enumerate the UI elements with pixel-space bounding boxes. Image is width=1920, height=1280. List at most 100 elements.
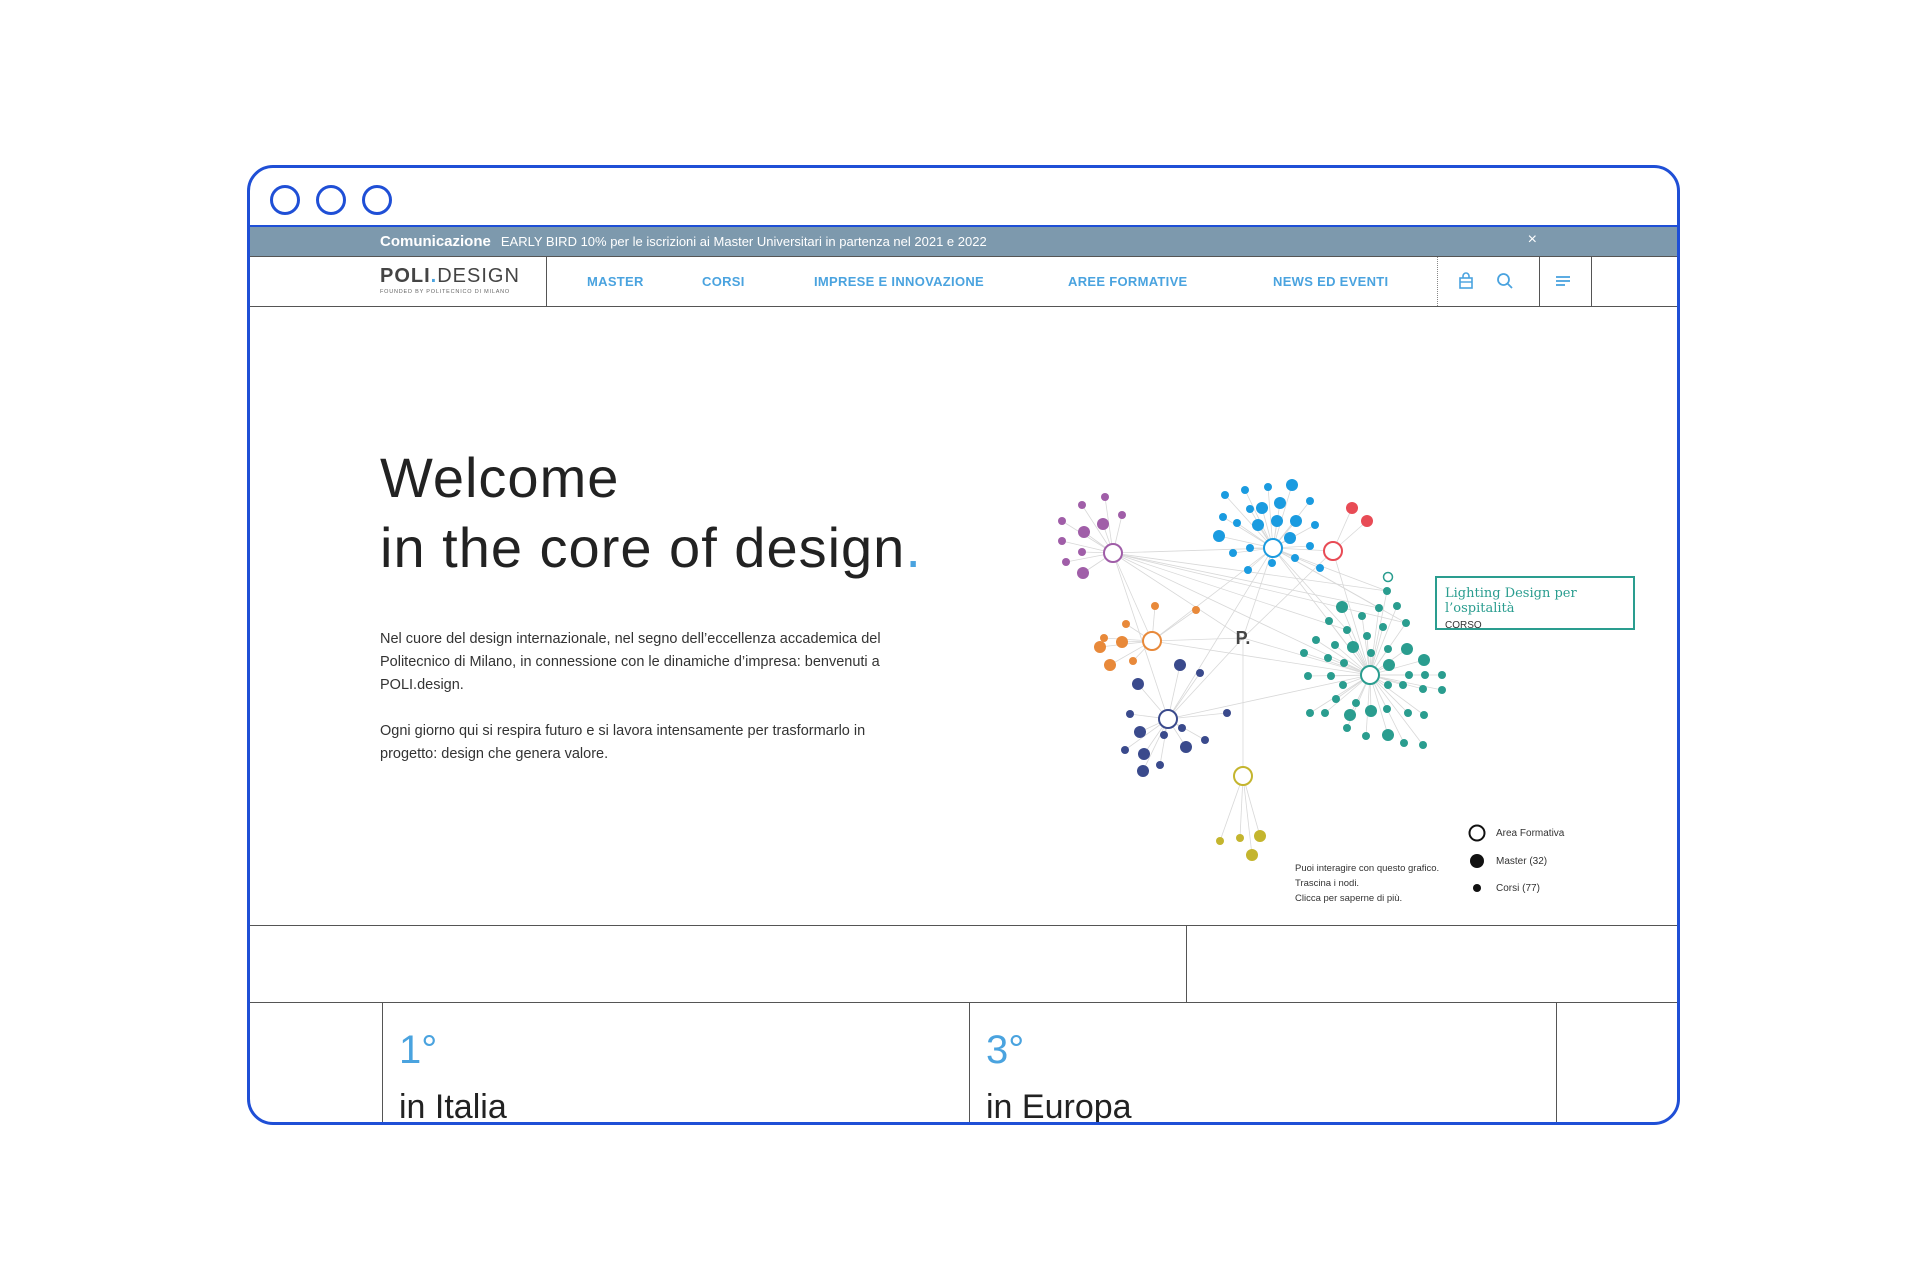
graph-node-selected[interactable] <box>1382 571 1394 583</box>
graph-node-corso[interactable] <box>1367 649 1375 657</box>
graph-node-corso[interactable] <box>1126 710 1134 718</box>
graph-node-corso[interactable] <box>1291 554 1299 562</box>
graph-node-master[interactable] <box>1284 532 1296 544</box>
graph-node-corso[interactable] <box>1325 617 1333 625</box>
graph-node-master[interactable] <box>1094 641 1106 653</box>
graph-node-master[interactable] <box>1271 515 1283 527</box>
graph-node-corso[interactable] <box>1078 548 1086 556</box>
graph-node-master[interactable] <box>1132 678 1144 690</box>
graph-node-corso[interactable] <box>1363 632 1371 640</box>
graph-node-corso[interactable] <box>1399 681 1407 689</box>
graph-node-master[interactable] <box>1361 515 1373 527</box>
graph-node-corso[interactable] <box>1393 602 1401 610</box>
graph-node-master[interactable] <box>1137 765 1149 777</box>
graph-node-corso[interactable] <box>1324 654 1332 662</box>
graph-node-corso[interactable] <box>1384 645 1392 653</box>
graph-node-master[interactable] <box>1116 636 1128 648</box>
graph-node-corso[interactable] <box>1404 709 1412 717</box>
close-icon[interactable]: × <box>1528 231 1537 249</box>
graph-node-corso[interactable] <box>1058 537 1066 545</box>
graph-node-corso[interactable] <box>1327 672 1335 680</box>
graph-node-corso[interactable] <box>1300 649 1308 657</box>
graph-node-corso[interactable] <box>1246 544 1254 552</box>
graph-node-corso[interactable] <box>1343 724 1351 732</box>
graph-node-corso[interactable] <box>1358 612 1366 620</box>
graph-node-corso[interactable] <box>1219 513 1227 521</box>
graph-node-corso[interactable] <box>1375 604 1383 612</box>
logo[interactable]: POLI.DESIGN FOUNDED BY POLITECNICO DI MI… <box>380 265 520 295</box>
graph-node-corso[interactable] <box>1241 486 1249 494</box>
graph-node-master[interactable] <box>1383 659 1395 671</box>
graph-node-corso[interactable] <box>1379 623 1387 631</box>
graph-node-corso[interactable] <box>1383 705 1391 713</box>
graph-node-master[interactable] <box>1078 526 1090 538</box>
graph-node-corso[interactable] <box>1223 709 1231 717</box>
nav-item-aree[interactable]: AREE FORMATIVE <box>1068 274 1188 289</box>
graph-hub-orange[interactable] <box>1142 631 1162 651</box>
graph-node-corso[interactable] <box>1078 501 1086 509</box>
window-control-1[interactable] <box>270 185 300 215</box>
graph-node-master[interactable] <box>1180 741 1192 753</box>
graph-node-corso[interactable] <box>1196 669 1204 677</box>
graph-node-corso[interactable] <box>1229 549 1237 557</box>
graph-node-corso[interactable] <box>1233 519 1241 527</box>
graph-node-corso[interactable] <box>1216 837 1224 845</box>
graph-node-master[interactable] <box>1418 654 1430 666</box>
menu-icon[interactable] <box>1553 271 1573 291</box>
graph-hub-olive[interactable] <box>1233 766 1253 786</box>
graph-node-corso[interactable] <box>1316 564 1324 572</box>
graph-hub-teal[interactable] <box>1360 665 1380 685</box>
graph-node-corso[interactable] <box>1156 761 1164 769</box>
graph-node-master[interactable] <box>1344 709 1356 721</box>
graph-node-corso[interactable] <box>1339 681 1347 689</box>
graph-node-corso[interactable] <box>1122 620 1130 628</box>
graph-node-corso[interactable] <box>1400 739 1408 747</box>
graph-node-corso[interactable] <box>1306 542 1314 550</box>
graph-node-master[interactable] <box>1174 659 1186 671</box>
graph-node-corso[interactable] <box>1121 746 1129 754</box>
graph-node-corso[interactable] <box>1321 709 1329 717</box>
graph-node-corso[interactable] <box>1304 672 1312 680</box>
graph-node-corso[interactable] <box>1420 711 1428 719</box>
window-control-2[interactable] <box>316 185 346 215</box>
bag-icon[interactable] <box>1456 271 1476 291</box>
graph-node-master[interactable] <box>1286 479 1298 491</box>
window-control-3[interactable] <box>362 185 392 215</box>
graph-node-corso[interactable] <box>1244 566 1252 574</box>
graph-hub-navy[interactable] <box>1158 709 1178 729</box>
graph-node-corso[interactable] <box>1332 695 1340 703</box>
graph-node-corso[interactable] <box>1160 731 1168 739</box>
graph-node-corso[interactable] <box>1311 521 1319 529</box>
graph-node-corso[interactable] <box>1421 671 1429 679</box>
graph-node-master[interactable] <box>1256 502 1268 514</box>
graph-node-master[interactable] <box>1347 641 1359 653</box>
graph-node-master[interactable] <box>1290 515 1302 527</box>
graph-node-corso[interactable] <box>1221 491 1229 499</box>
graph-node-corso[interactable] <box>1312 636 1320 644</box>
graph-node-master[interactable] <box>1401 643 1413 655</box>
graph-node-corso[interactable] <box>1419 685 1427 693</box>
graph-node-master[interactable] <box>1252 519 1264 531</box>
graph-node-corso[interactable] <box>1101 493 1109 501</box>
graph-node-corso[interactable] <box>1331 641 1339 649</box>
graph-node-master[interactable] <box>1097 518 1109 530</box>
graph-node-master[interactable] <box>1134 726 1146 738</box>
graph-node-corso[interactable] <box>1246 505 1254 513</box>
graph-node-master[interactable] <box>1254 830 1266 842</box>
graph-node-corso[interactable] <box>1419 741 1427 749</box>
nav-item-news[interactable]: NEWS ED EVENTI <box>1273 274 1388 289</box>
graph-node-corso[interactable] <box>1100 634 1108 642</box>
nav-item-master[interactable]: MASTER <box>587 274 644 289</box>
graph-node-corso[interactable] <box>1236 834 1244 842</box>
announcement-text[interactable]: EARLY BIRD 10% per le iscrizioni ai Mast… <box>501 234 987 249</box>
graph-hub-blue[interactable] <box>1263 538 1283 558</box>
graph-node-corso[interactable] <box>1129 657 1137 665</box>
graph-node-corso[interactable] <box>1151 602 1159 610</box>
graph-node-master[interactable] <box>1246 849 1258 861</box>
graph-node-corso[interactable] <box>1402 619 1410 627</box>
graph-node-corso[interactable] <box>1201 736 1209 744</box>
graph-node-corso[interactable] <box>1058 517 1066 525</box>
graph-node-corso[interactable] <box>1062 558 1070 566</box>
graph-node-corso[interactable] <box>1343 626 1351 634</box>
graph-node-master[interactable] <box>1104 659 1116 671</box>
